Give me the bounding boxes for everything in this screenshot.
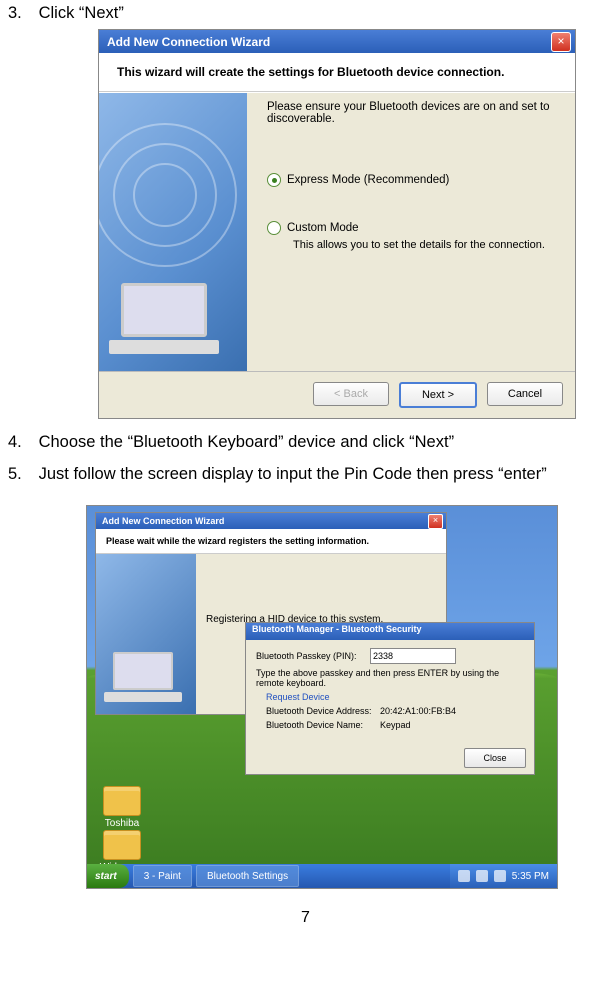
close-icon[interactable]: × xyxy=(551,32,571,52)
folder-label: Toshiba xyxy=(95,818,149,829)
radio-icon[interactable] xyxy=(267,221,281,235)
next-button[interactable]: Next > xyxy=(399,382,477,408)
start-button[interactable]: start xyxy=(87,864,129,888)
radio-label: Custom Mode xyxy=(287,222,359,234)
device-address-label: Bluetooth Device Address: xyxy=(266,706,374,716)
window-title: Add New Connection Wizard xyxy=(107,35,270,49)
step-number: 4. xyxy=(8,433,34,452)
clock: 5:35 PM xyxy=(512,871,549,882)
step-text: Click “Next” xyxy=(39,4,124,22)
wizard-instruction: Please ensure your Bluetooth devices are… xyxy=(267,101,561,125)
cancel-button[interactable]: Cancel xyxy=(487,382,563,406)
tray-icon[interactable] xyxy=(494,870,506,882)
radio-icon[interactable] xyxy=(267,173,281,187)
bluetooth-security-dialog: Bluetooth Manager - Bluetooth Security B… xyxy=(245,622,535,775)
step-5: 5. Just follow the screen display to inp… xyxy=(34,458,603,491)
step-4: 4. Choose the “Bluetooth Keyboard” devic… xyxy=(8,433,603,452)
window-title: Add New Connection Wizard xyxy=(102,516,224,526)
desktop-folder-toshiba[interactable]: Toshiba xyxy=(95,786,149,829)
tray-icon[interactable] xyxy=(458,870,470,882)
close-icon[interactable]: × xyxy=(428,514,443,529)
radio-express-mode[interactable]: Express Mode (Recommended) xyxy=(267,173,561,187)
wizard-banner: This wizard will create the settings for… xyxy=(99,53,575,92)
device-name-label: Bluetooth Device Name: xyxy=(266,720,374,730)
folder-icon xyxy=(103,786,141,816)
wizard-sidebar-art xyxy=(96,554,196,714)
step-3: 3. Click “Next” xyxy=(8,4,603,23)
passkey-hint: Type the above passkey and then press EN… xyxy=(256,668,524,688)
passkey-input[interactable] xyxy=(370,648,456,664)
wizard-banner: Please wait while the wizard registers t… xyxy=(96,529,446,554)
request-device-link: Request Device xyxy=(266,692,524,702)
passkey-label: Bluetooth Passkey (PIN): xyxy=(256,651,364,661)
device-name-value: Keypad xyxy=(380,720,411,730)
titlebar[interactable]: Bluetooth Manager - Bluetooth Security xyxy=(246,623,534,640)
close-button[interactable]: Close xyxy=(464,748,526,768)
tray-icon[interactable] xyxy=(476,870,488,882)
taskbar-item-paint[interactable]: 3 - Paint xyxy=(133,865,192,887)
radio-label: Express Mode (Recommended) xyxy=(287,174,449,186)
taskbar[interactable]: start 3 - Paint Bluetooth Settings 5:35 … xyxy=(87,864,557,888)
taskbar-item-bluetooth[interactable]: Bluetooth Settings xyxy=(196,865,299,887)
wizard-sidebar-art xyxy=(99,93,247,371)
titlebar[interactable]: Add New Connection Wizard × xyxy=(99,30,575,53)
folder-icon xyxy=(103,830,141,860)
desktop-screenshot: Toshiba Widcomm Add New Connection Wizar… xyxy=(86,505,558,889)
step-text: Just follow the screen display to input … xyxy=(39,465,547,483)
step-number: 3. xyxy=(8,4,34,23)
custom-mode-hint: This allows you to set the details for t… xyxy=(293,239,561,251)
device-address-value: 20:42:A1:00:FB:B4 xyxy=(380,706,456,716)
step-number: 5. xyxy=(8,458,34,491)
titlebar[interactable]: Add New Connection Wizard × xyxy=(96,513,446,529)
step-text: Choose the “Bluetooth Keyboard” device a… xyxy=(39,433,454,451)
radio-custom-mode[interactable]: Custom Mode xyxy=(267,221,561,235)
page-number: 7 xyxy=(8,909,603,927)
system-tray[interactable]: 5:35 PM xyxy=(450,864,557,888)
wizard-add-connection: Add New Connection Wizard × This wizard … xyxy=(98,29,576,419)
back-button[interactable]: < Back xyxy=(313,382,389,406)
